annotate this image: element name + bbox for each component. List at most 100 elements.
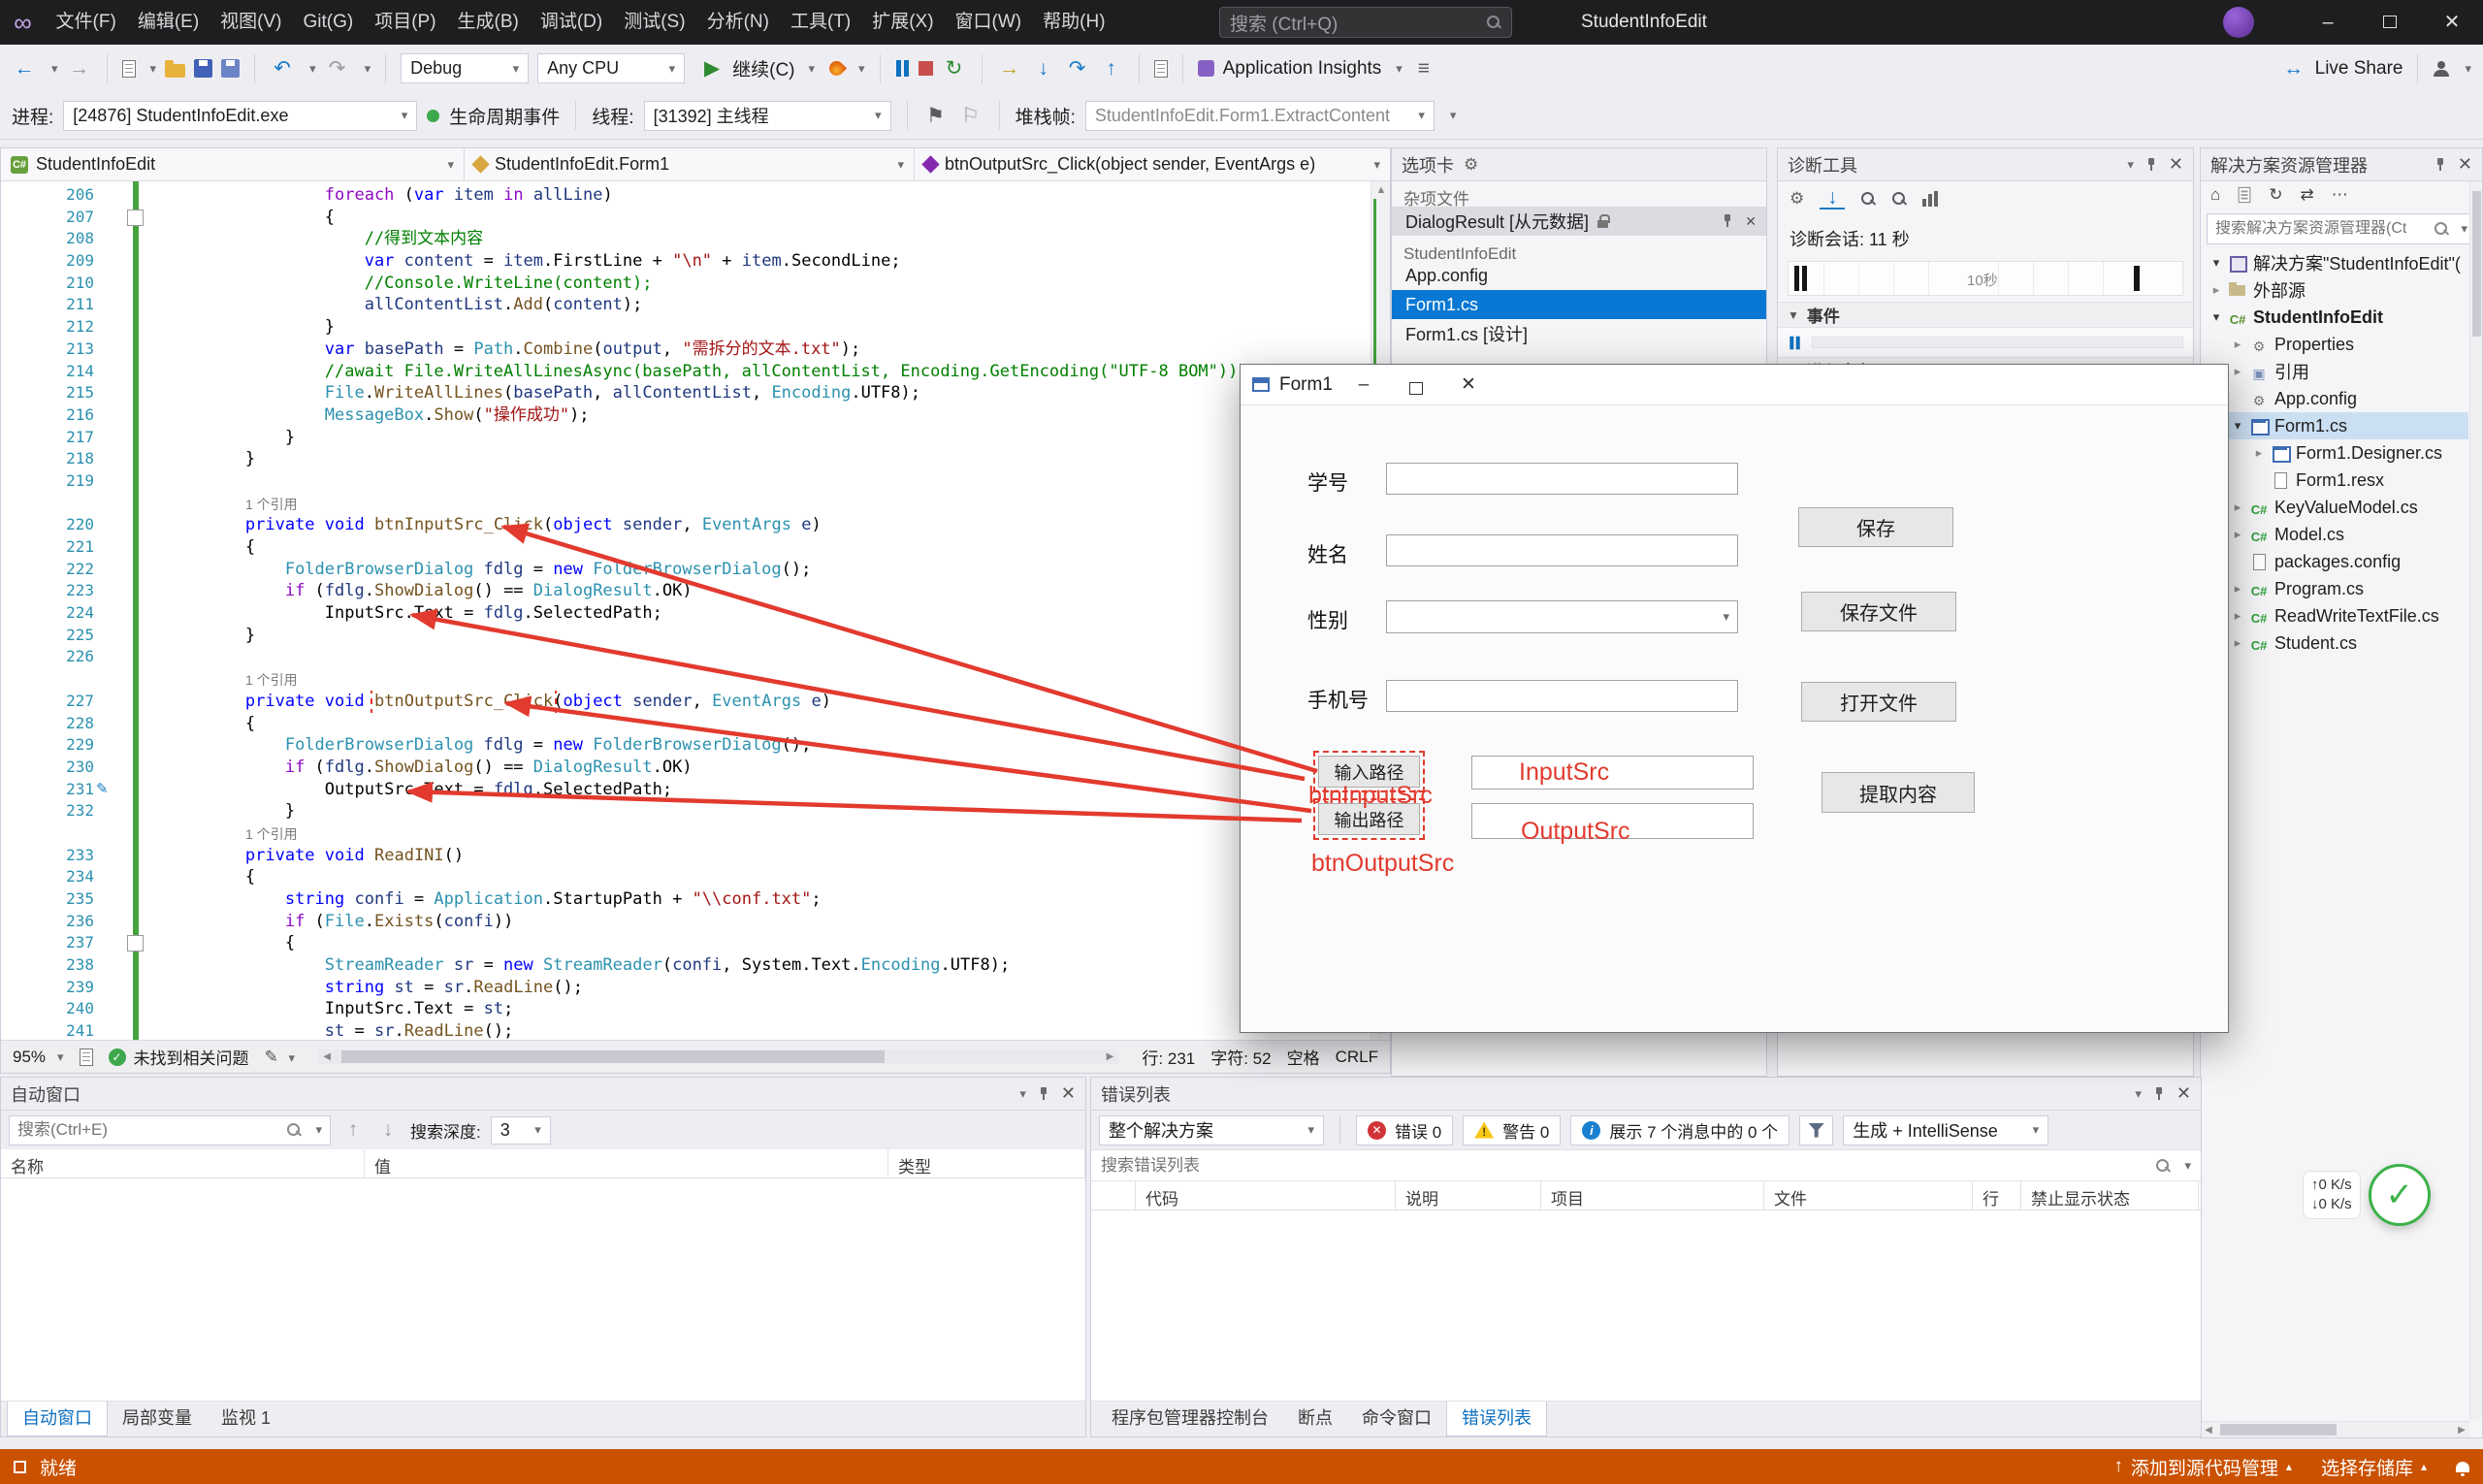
zoom-in-icon[interactable] — [1860, 191, 1876, 207]
tree-item[interactable]: packages.config — [2201, 548, 2468, 575]
menu-item[interactable]: 编辑(E) — [127, 0, 210, 45]
feedback-icon[interactable] — [2433, 61, 2450, 77]
solution-search-box[interactable]: ▾ — [2207, 213, 2476, 244]
input-path-button[interactable]: 输入路径 — [1318, 756, 1420, 788]
errorlist-column-header[interactable] — [1091, 1181, 1136, 1210]
tree-item[interactable]: 解决方案"StudentInfoEdit"( — [2201, 249, 2468, 276]
process-select[interactable]: [24876] StudentInfoEdit.exe▾ — [63, 101, 417, 131]
output-path-button[interactable]: 输出路径 — [1318, 803, 1420, 835]
tree-item[interactable]: StudentInfoEdit — [2201, 304, 2468, 331]
document-tab[interactable]: Form1.cs [设计] — [1392, 319, 1766, 348]
save-button[interactable]: 保存 — [1798, 507, 1953, 547]
minimize-button[interactable]: – — [2297, 0, 2359, 45]
menu-item[interactable]: 窗口(W) — [945, 0, 1033, 45]
errorlist-pane-tab[interactable]: 命令窗口 — [1347, 1402, 1446, 1436]
warnings-filter-button[interactable]: 警告 0 — [1463, 1115, 1561, 1145]
student-id-field[interactable] — [1386, 463, 1738, 495]
menu-item[interactable]: 项目(P) — [364, 0, 446, 45]
panel-menu-caret-icon[interactable]: ▾ — [2135, 1086, 2142, 1102]
input-src-field[interactable] — [1471, 756, 1754, 790]
errorlist-column-header[interactable]: 文件 — [1764, 1181, 1973, 1210]
errorlist-pane-tab[interactable]: 程序包管理器控制台 — [1097, 1402, 1283, 1436]
extract-content-button[interactable]: 提取内容 — [1822, 772, 1975, 813]
errorlist-pane-tab[interactable]: 错误列表 — [1446, 1402, 1547, 1436]
menu-item[interactable]: 测试(S) — [613, 0, 695, 45]
gear-icon[interactable]: ⚙ — [1790, 189, 1804, 209]
autos-pane-tab[interactable]: 局部变量 — [108, 1402, 207, 1436]
expander-icon[interactable] — [2207, 255, 2226, 271]
menu-item[interactable]: 调试(D) — [530, 0, 613, 45]
pin-icon[interactable] — [2145, 157, 2157, 173]
collapse-all-icon[interactable]: ⋯ — [2332, 185, 2348, 205]
add-to-source-control-button[interactable]: ↑ 添加到源代码管理 ▴ — [2113, 1454, 2292, 1480]
form1-close-button[interactable]: ✕ — [1447, 373, 1490, 396]
hot-reload-icon[interactable] — [826, 58, 847, 79]
errorlist-column-header[interactable]: 代码 — [1136, 1181, 1396, 1210]
scroll-left-icon[interactable]: ◀ — [2201, 1422, 2216, 1438]
restart-icon[interactable]: ↻ — [942, 56, 967, 81]
document-tab[interactable]: DialogResult [从元数据]✕ — [1392, 207, 1766, 236]
live-share-label[interactable]: Live Share — [2315, 58, 2403, 80]
document-tab[interactable]: Form1.cs — [1392, 290, 1766, 319]
pin-icon[interactable] — [2153, 1086, 2165, 1102]
tree-item[interactable]: ReadWriteTextFile.cs — [2201, 602, 2468, 629]
home-icon[interactable]: ⌂ — [2210, 185, 2220, 205]
nav-project-dropdown[interactable]: StudentInfoEdit▾ — [1, 148, 465, 180]
tree-item[interactable]: KeyValueModel.cs — [2201, 494, 2468, 521]
menu-item[interactable]: 工具(T) — [780, 0, 861, 45]
refresh-icon[interactable]: ↻ — [2269, 185, 2282, 205]
pin-icon[interactable] — [1722, 213, 1733, 229]
chart-icon[interactable] — [1922, 191, 1938, 207]
misc-tool-icon[interactable] — [1154, 60, 1168, 78]
fold-toggle-icon[interactable] — [115, 207, 166, 229]
expander-icon[interactable] — [2228, 364, 2247, 379]
tree-item[interactable]: Form1.Designer.cs — [2201, 439, 2468, 467]
tree-item[interactable]: Program.cs — [2201, 575, 2468, 602]
errorlist-pane-tab[interactable]: 断点 — [1283, 1402, 1347, 1436]
open-folder-icon[interactable] — [165, 64, 185, 78]
autos-column-header[interactable]: 类型 — [888, 1149, 1085, 1178]
menu-item[interactable]: 分析(N) — [696, 0, 780, 45]
tree-item[interactable]: App.config — [2201, 385, 2468, 412]
menu-item[interactable]: 生成(B) — [447, 0, 530, 45]
close-button[interactable]: ✕ — [2421, 0, 2483, 45]
redo-icon[interactable]: ↷ — [325, 56, 350, 81]
zoom-out-icon[interactable] — [1891, 191, 1907, 207]
expander-icon[interactable] — [2207, 309, 2226, 325]
step-into-icon[interactable]: ↓ — [1031, 57, 1056, 81]
expander-icon[interactable] — [2249, 445, 2269, 461]
continue-button[interactable]: ▶ 继续(C) ▾ — [693, 55, 821, 81]
errorlist-column-header[interactable]: 项目 — [1541, 1181, 1764, 1210]
errorlist-column-header[interactable]: 说明 — [1396, 1181, 1541, 1210]
close-icon[interactable]: ✕ — [2177, 1083, 2191, 1104]
indentation-indicator[interactable]: 空格 — [1287, 1045, 1320, 1069]
open-file-button[interactable]: 打开文件 — [1801, 682, 1956, 722]
form1-window[interactable]: Form1 – ✕ 学号 姓名 性别 ▾ 手机号 保存 保存文件 打开文件 提取… — [1240, 364, 2229, 1033]
break-all-icon[interactable] — [895, 60, 910, 77]
scroll-right-icon[interactable]: ▶ — [1101, 1049, 1118, 1064]
flag-icon[interactable]: ⚑ — [923, 104, 949, 128]
autos-search-box[interactable]: ▾ — [9, 1115, 331, 1145]
solution-horizontal-scrollbar[interactable]: ◀ ▶ — [2201, 1421, 2469, 1437]
menu-item[interactable]: 视图(V) — [210, 0, 292, 45]
stack-frame-select[interactable]: StudentInfoEdit.Form1.ExtractContent▾ — [1085, 101, 1435, 131]
close-icon[interactable]: ✕ — [2458, 154, 2472, 175]
thread-select[interactable]: [31392] 主线程▾ — [644, 101, 891, 131]
build-intellisense-select[interactable]: 生成 + IntelliSense▾ — [1843, 1115, 2048, 1145]
scrollbar-thumb[interactable] — [2472, 191, 2481, 337]
panel-menu-caret-icon[interactable]: ▾ — [2127, 157, 2134, 173]
tree-item[interactable]: Properties — [2201, 331, 2468, 358]
save-icon[interactable] — [194, 59, 212, 78]
scroll-up-icon[interactable]: ▲ — [1371, 181, 1390, 199]
prev-match-icon[interactable]: ↑ — [340, 1118, 366, 1142]
step-out-icon[interactable]: ↑ — [1099, 57, 1124, 81]
errorlist-column-header[interactable]: 禁止显示状态 — [2021, 1181, 2199, 1210]
navigate-forward-icon[interactable]: → — [67, 57, 92, 81]
error-scope-select[interactable]: 整个解决方案▾ — [1099, 1115, 1324, 1145]
events-section-header[interactable]: ▼ 事件 — [1778, 302, 2193, 328]
select-repository-button[interactable]: 选择存储库 ▴ — [2321, 1454, 2427, 1480]
tree-item[interactable]: Student.cs — [2201, 629, 2468, 657]
background-tasks-icon[interactable] — [14, 1461, 26, 1473]
quick-search-box[interactable]: 搜索 (Ctrl+Q) — [1219, 7, 1512, 38]
scroll-right-icon[interactable]: ▶ — [2454, 1422, 2469, 1438]
